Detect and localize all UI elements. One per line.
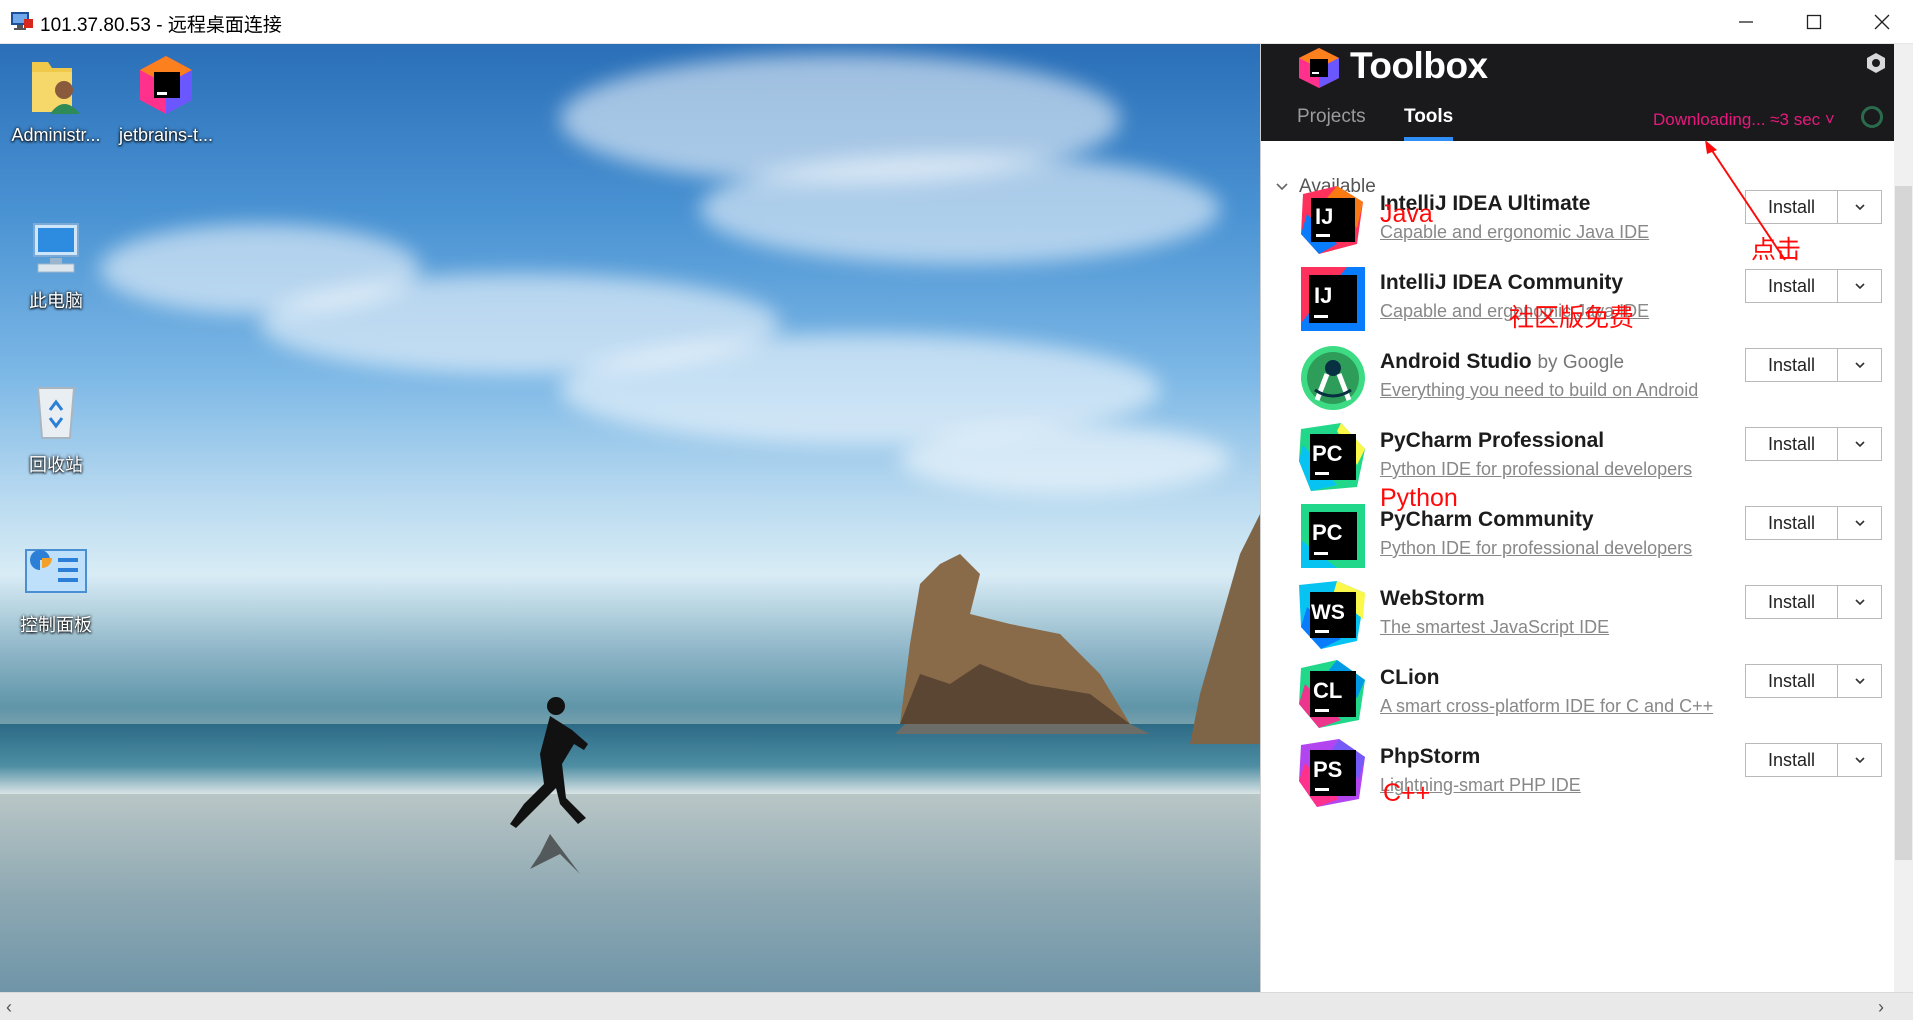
install-options-button[interactable] [1837, 269, 1882, 303]
svg-text:PS: PS [1313, 757, 1342, 782]
close-icon [1874, 14, 1890, 30]
tool-description[interactable]: The smartest JavaScript IDE [1380, 617, 1609, 638]
desktop-icon-label: 回收站 [29, 455, 83, 475]
close-button[interactable] [1846, 0, 1913, 44]
tool-description[interactable]: Everything you need to build on Android [1380, 380, 1698, 401]
tab-projects[interactable]: Projects [1297, 106, 1366, 128]
control-panel-icon [25, 549, 87, 593]
annotation-arrow [1705, 140, 1786, 261]
tool-name: Android Studio by Google [1380, 350, 1625, 373]
phpstorm-icon: PS [1299, 739, 1365, 807]
annotation-python: Python [1380, 484, 1458, 512]
annotation-community-free: 社区版免费 [1509, 304, 1635, 332]
tool-name: PyCharm Professional [1380, 429, 1605, 452]
pycharm-professional-icon: PC [1299, 423, 1365, 491]
chevron-down-icon [1854, 678, 1865, 685]
android-studio-icon [1301, 346, 1365, 410]
desktop-icon-label: jetbrains-t... [118, 125, 214, 145]
chevron-down-icon [1854, 362, 1865, 369]
pycharm-community-icon: PC [1301, 504, 1365, 568]
maximize-button[interactable] [1778, 0, 1850, 44]
chevron-down-icon [1854, 757, 1865, 764]
toolbox-header: Toolbox Projects Tools Downloading... ≈3… [1261, 44, 1895, 141]
desktop-icon-this-pc[interactable]: 此电脑 [6, 220, 106, 313]
chevron-down-icon [1854, 599, 1865, 606]
install-button[interactable]: Install [1745, 506, 1838, 540]
tool-vendor: by Google [1537, 352, 1625, 373]
toolbox-brand: Toolbox [1350, 45, 1488, 86]
settings-gear-icon[interactable] [1865, 52, 1887, 74]
tool-name: WebStorm [1380, 587, 1485, 610]
install-options-button[interactable] [1837, 190, 1882, 224]
desktop-icon-label: 控制面板 [20, 615, 92, 635]
desktop-icon-label: 此电脑 [29, 291, 83, 311]
svg-text:PC: PC [1312, 520, 1343, 545]
chevron-down-icon [1854, 441, 1865, 448]
toolbox-window: Toolbox Projects Tools Downloading... ≈3… [1260, 44, 1895, 992]
install-options-button[interactable] [1837, 506, 1882, 540]
tool-name: PhpStorm [1380, 745, 1481, 768]
minimize-button[interactable] [1710, 0, 1782, 44]
window-title: 101.37.80.53 - 远程桌面连接 [40, 15, 282, 36]
install-options-button[interactable] [1837, 585, 1882, 619]
intellij-community-icon: IJ [1301, 267, 1365, 331]
tab-tools[interactable]: Tools [1404, 106, 1453, 128]
clion-icon: CL [1299, 660, 1365, 728]
svg-text:WS: WS [1311, 601, 1345, 624]
install-button[interactable]: Install [1745, 585, 1838, 619]
desktop-wallpaper: Administr... jetbrains-t... 此电脑 回收站 控制面板 [0, 44, 1260, 992]
vertical-scrollbar-thumb[interactable] [1895, 186, 1912, 860]
computer-icon [33, 223, 79, 273]
minimize-icon [1739, 21, 1753, 23]
maximize-icon [1806, 14, 1822, 30]
tool-name: CLion [1380, 666, 1440, 689]
scroll-right-icon[interactable]: › [1878, 997, 1884, 1018]
annotation-cpp: C++ [1383, 779, 1431, 807]
tool-row-phpstorm: PS PhpStorm Lightning-smart PHP IDE Inst… [1261, 737, 1895, 833]
desktop-icon-administrator[interactable]: Administr... [6, 54, 106, 146]
svg-text:IJ: IJ [1315, 204, 1333, 229]
desktop-icon-label: Administr... [11, 125, 101, 145]
download-progress-icon [1861, 106, 1883, 128]
desktop-icon-jetbrains-toolbox[interactable]: jetbrains-t... [116, 54, 216, 146]
install-options-button[interactable] [1837, 348, 1882, 382]
desktop-icon-recycle-bin[interactable]: 回收站 [6, 382, 106, 477]
download-status[interactable]: Downloading... ≈3 sec ˅ [1653, 110, 1835, 130]
annotation-java: Java [1380, 200, 1433, 228]
runner-silhouette [510, 697, 588, 874]
webstorm-icon: WS [1299, 581, 1365, 649]
active-tab-indicator [1404, 137, 1453, 141]
install-button[interactable]: Install [1745, 269, 1838, 303]
chevron-down-icon [1854, 204, 1865, 211]
tool-description[interactable]: A smart cross-platform IDE for C and C++ [1380, 696, 1713, 717]
install-options-button[interactable] [1837, 427, 1882, 461]
install-button[interactable]: Install [1745, 427, 1838, 461]
install-options-button[interactable] [1837, 664, 1882, 698]
chevron-down-icon [1854, 520, 1865, 527]
user-folder-icon [32, 62, 80, 114]
scroll-left-icon[interactable]: ‹ [6, 997, 12, 1018]
remote-desktop-icon [11, 12, 33, 30]
tool-name: IntelliJ IDEA Community [1380, 271, 1624, 294]
install-button[interactable]: Install [1745, 664, 1838, 698]
desktop-icon-control-panel[interactable]: 控制面板 [6, 544, 106, 637]
svg-text:CL: CL [1313, 678, 1342, 703]
recycle-bin-icon [36, 387, 76, 439]
tool-description[interactable]: Python IDE for professional developers [1380, 459, 1692, 480]
install-options-button[interactable] [1837, 743, 1882, 777]
svg-text:PC: PC [1312, 441, 1343, 466]
tool-description[interactable]: Python IDE for professional developers [1380, 538, 1692, 559]
intellij-ultimate-icon: IJ [1301, 186, 1363, 254]
install-button[interactable]: Install [1745, 743, 1838, 777]
install-button[interactable]: Install [1745, 348, 1838, 382]
horizontal-scrollbar[interactable]: ‹ › [0, 992, 1913, 1020]
svg-text:IJ: IJ [1314, 283, 1332, 308]
jetbrains-toolbox-icon [140, 56, 192, 114]
toolbox-logo-icon [1299, 48, 1339, 88]
window-titlebar: 101.37.80.53 - 远程桌面连接 [0, 0, 1913, 44]
chevron-down-icon [1854, 283, 1865, 290]
